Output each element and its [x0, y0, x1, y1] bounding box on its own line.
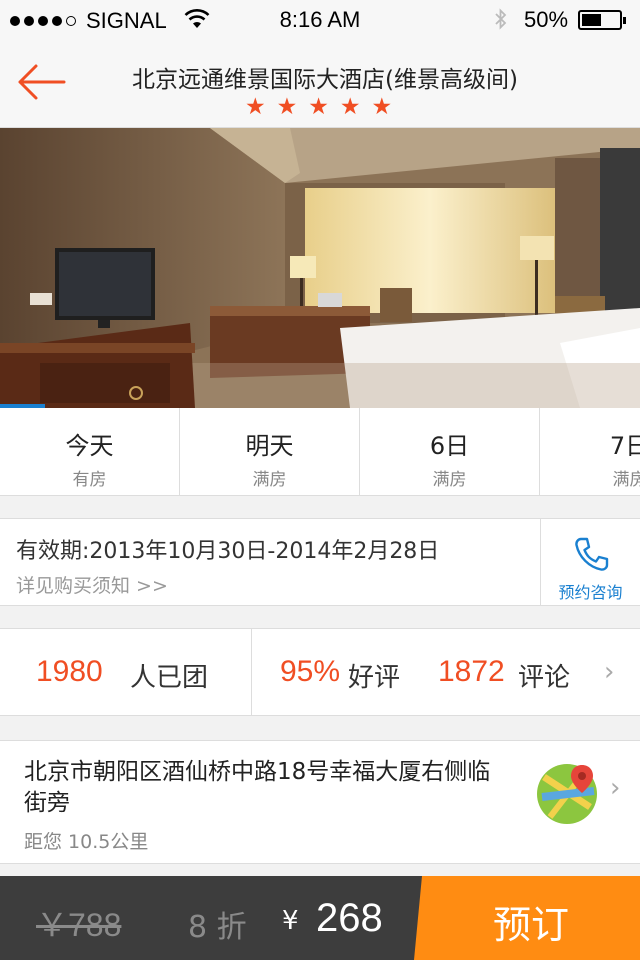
room-status: 满房: [432, 470, 467, 490]
date-label: 6日: [429, 432, 470, 460]
date-availability-row: 今天 有房 明天 满房 6日 满房 7日 满房: [0, 408, 640, 496]
review-count: 1872: [438, 655, 505, 688]
stats-divider: [251, 629, 252, 715]
phone-icon: [574, 537, 608, 571]
purchase-bar: ￥788 8 折 ¥ 268 预订: [0, 876, 640, 960]
address-section[interactable]: 北京市朝阳区酒仙桥中路18号幸福大厦右侧临街旁 距您 10.5公里 ›: [0, 740, 640, 864]
distance-label: 距您 10.5公里: [24, 831, 149, 853]
hotel-title: 北京远通维景国际大酒店(维景高级间): [132, 67, 518, 93]
room-status: 有房: [72, 470, 107, 490]
consult-button[interactable]: 预约咨询: [540, 519, 640, 605]
original-price: ￥788: [36, 907, 122, 943]
battery-percent: 50%: [524, 7, 569, 32]
book-label: 预订: [492, 903, 569, 947]
date-cell-today[interactable]: 今天 有房: [0, 408, 180, 495]
positive-label: 好评: [348, 663, 401, 693]
validity-period: 有效期:2013年10月30日-2014年2月28日: [16, 539, 440, 564]
group-label: 人已团: [130, 663, 209, 693]
purchase-notice-link[interactable]: 详见购买须知 >>: [16, 571, 168, 598]
date-cell-6[interactable]: 6日 满房: [360, 408, 540, 495]
room-status: 满房: [612, 470, 640, 490]
consult-label: 预约咨询: [558, 583, 623, 602]
date-cell-tomorrow[interactable]: 明天 满房: [180, 408, 360, 495]
date-label: 明天: [245, 432, 294, 460]
date-label: 今天: [65, 432, 114, 460]
chevron-right-icon: ›: [610, 773, 621, 803]
hotel-room-image: [0, 128, 640, 408]
stats-row[interactable]: 1980 人已团 95% 好评 1872 评论 ›: [0, 628, 640, 716]
hotel-address: 北京市朝阳区酒仙桥中路18号幸福大厦右侧临街旁: [24, 759, 491, 816]
date-cell-7[interactable]: 7日 满房: [540, 408, 640, 495]
date-label: 7日: [609, 432, 640, 460]
chevron-right-icon: ›: [604, 657, 615, 687]
validity-section: 有效期:2013年10月30日-2014年2月28日 详见购买须知 >> 预约咨…: [0, 518, 640, 606]
star-rating: ★★★★★: [245, 94, 404, 120]
room-status: 满房: [252, 470, 287, 490]
positive-rate: 95%: [280, 655, 341, 688]
discount-label: 8 折: [188, 910, 247, 945]
room-photo[interactable]: [0, 128, 640, 408]
current-price: 268: [316, 896, 383, 940]
group-count: 1980: [36, 655, 103, 688]
map-icon[interactable]: [536, 763, 598, 825]
review-label: 评论: [518, 663, 571, 693]
status-bar: SIGNAL 8:16 AM 50%: [0, 0, 640, 40]
book-button[interactable]: 预订: [414, 876, 640, 960]
currency-symbol: ¥: [282, 906, 299, 936]
battery-icon: [578, 10, 626, 30]
back-arrow-icon[interactable]: [14, 62, 68, 102]
nav-header: 北京远通维景国际大酒店(维景高级间) ★★★★★: [0, 40, 640, 128]
bluetooth-icon: [495, 8, 507, 30]
